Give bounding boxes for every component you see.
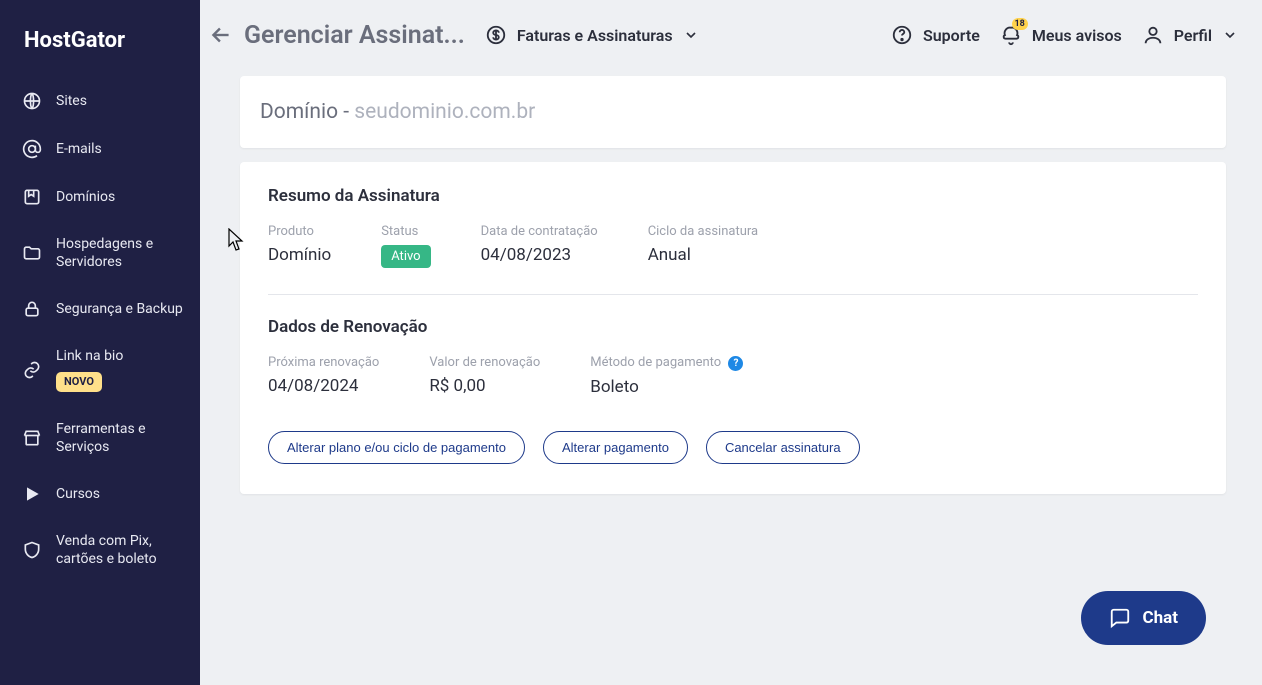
chat-icon (1109, 607, 1131, 629)
hire-date-value: 04/08/2023 (481, 245, 598, 265)
domain-title-card: Domínio - seudominio.com.br (240, 76, 1226, 148)
sidebar-item-label: Venda com Pix, cartões e boleto (56, 532, 184, 568)
sidebar-item-linkbio[interactable]: Link na bio NOVO (0, 333, 200, 405)
user-icon (1142, 24, 1164, 46)
header-notices-label: Meus avisos (1032, 26, 1122, 45)
next-renewal-label: Próxima renovação (268, 355, 379, 370)
notices-badge: 18 (1012, 18, 1028, 30)
status-badge: Ativo (381, 245, 430, 268)
renewal-amount-value: R$ 0,00 (429, 376, 540, 396)
sidebar-item-label: Hospedagens e Servidores (56, 235, 184, 271)
sidebar-item-label: Domínios (56, 188, 115, 206)
status-label: Status (381, 224, 430, 239)
product-value: Domínio (268, 245, 331, 265)
chat-button[interactable]: Chat (1081, 591, 1207, 645)
subscription-card: Resumo da Assinatura Produto Domínio Sta… (240, 162, 1226, 494)
header-support-label: Suporte (923, 26, 980, 45)
chevron-down-icon (1222, 27, 1238, 43)
sidebar-item-emails[interactable]: E-mails (0, 125, 200, 173)
cycle-value: Anual (648, 245, 758, 265)
sidebar-item-label: Segurança e Backup (56, 300, 183, 318)
info-icon[interactable]: ? (728, 356, 743, 371)
sidebar-item-label: Cursos (56, 485, 100, 503)
change-plan-button[interactable]: Alterar plano e/ou ciclo de pagamento (268, 431, 525, 464)
header-profile-label: Perfil (1174, 26, 1212, 45)
renewal-amount-label: Valor de renovação (429, 355, 540, 370)
sidebar-item-domains[interactable]: Domínios (0, 173, 200, 221)
payment-method-value: Boleto (590, 377, 743, 397)
help-icon (891, 24, 913, 46)
sidebar-item-label: Sites (56, 92, 87, 110)
link-icon (22, 360, 42, 380)
change-payment-button[interactable]: Alterar pagamento (543, 431, 688, 464)
product-label: Produto (268, 224, 331, 239)
back-icon[interactable] (208, 22, 234, 48)
bookmark-icon (22, 187, 42, 207)
sidebar: HostGator Sites E-mails Domínios Hospeda… (0, 0, 200, 685)
cycle-label: Ciclo da assinatura (648, 224, 758, 239)
dollar-icon (485, 24, 507, 46)
header-profile[interactable]: Perfil (1142, 24, 1238, 46)
header: Gerenciar Assinat... Faturas e Assinatur… (200, 0, 1262, 70)
folder-icon (22, 243, 42, 263)
sidebar-item-payments[interactable]: Venda com Pix, cartões e boleto (0, 518, 200, 582)
sidebar-item-label: Link na bio (56, 347, 123, 365)
renewal-title: Dados de Renovação (268, 317, 1198, 337)
sidebar-item-courses[interactable]: Cursos (0, 470, 200, 518)
chevron-down-icon (683, 27, 699, 43)
shield-icon (22, 540, 42, 560)
bell-icon: 18 (1000, 24, 1022, 46)
summary-title: Resumo da Assinatura (268, 186, 1198, 206)
payment-method-label: Método de pagamento ? (590, 355, 743, 371)
new-badge: NOVO (56, 372, 102, 392)
sidebar-item-hosting[interactable]: Hospedagens e Servidores (0, 221, 200, 285)
page-title: Gerenciar Assinat... (244, 21, 465, 50)
at-icon (22, 139, 42, 159)
brand-logo: HostGator (0, 28, 200, 77)
hire-date-label: Data de contratação (481, 224, 598, 239)
globe-icon (22, 91, 42, 111)
header-support[interactable]: Suporte (891, 24, 980, 46)
sidebar-item-security[interactable]: Segurança e Backup (0, 285, 200, 333)
sidebar-item-tools[interactable]: Ferramentas e Serviços (0, 406, 200, 470)
sidebar-item-sites[interactable]: Sites (0, 77, 200, 125)
sidebar-item-label: Ferramentas e Serviços (56, 420, 184, 456)
domain-prefix: Domínio - (260, 100, 354, 124)
cancel-subscription-button[interactable]: Cancelar assinatura (706, 431, 860, 464)
header-billing-label: Faturas e Assinaturas (517, 26, 673, 45)
sidebar-item-label: E-mails (56, 140, 102, 158)
header-notices[interactable]: 18 Meus avisos (1000, 24, 1122, 46)
next-renewal-value: 04/08/2024 (268, 376, 379, 396)
play-icon (22, 484, 42, 504)
store-icon (22, 428, 42, 448)
domain-name: seudominio.com.br (354, 100, 535, 124)
divider (268, 294, 1198, 295)
lock-icon (22, 299, 42, 319)
header-billing[interactable]: Faturas e Assinaturas (485, 24, 699, 46)
chat-label: Chat (1143, 608, 1179, 628)
